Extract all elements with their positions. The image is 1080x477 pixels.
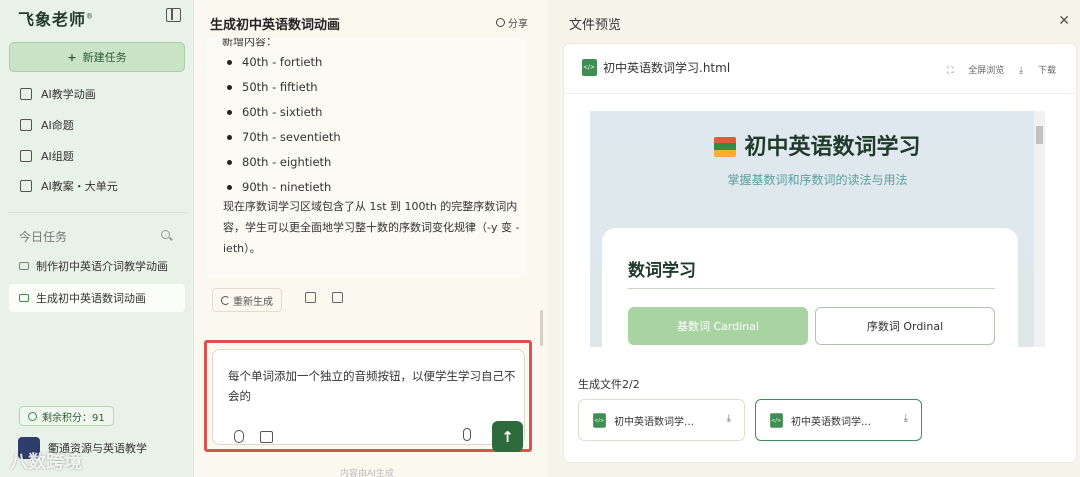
file-actions: ⛶ 全屏浏览 ⤓ 下载 [935, 63, 1056, 76]
ai-footnote: 内容由AI生成 [340, 469, 394, 477]
animation-icon [20, 88, 32, 100]
share-icon [496, 18, 505, 27]
download-button[interactable]: ⤓ 下载 [1019, 66, 1056, 76]
logo[interactable]: 飞象老师® [18, 6, 94, 30]
message-cut-line: 新增内容： [222, 38, 277, 48]
list-item: 40th - fortieth [227, 52, 341, 77]
refresh-icon [221, 295, 230, 305]
html-file-icon [593, 412, 606, 428]
message-paragraph: 现在序数词学习区域包含了从 1st 到 100th 的完整序数词内容，学生可以更… [223, 200, 520, 255]
preview-panel: 文件预览 ✕ 初中英语数词学习.html ⛶ 全屏浏览 ⤓ 下载 初中英语数词学… [548, 0, 1080, 477]
regenerate-button[interactable]: 重新生成 [212, 288, 282, 312]
image-icon[interactable] [260, 431, 273, 443]
download-icon[interactable]: ⤓ [727, 413, 731, 424]
html-file-icon [770, 412, 783, 428]
points-icon [28, 411, 37, 421]
divider [564, 93, 1076, 94]
ordinal-list: 40th - fortieth 50th - fiftieth 60th - s… [227, 52, 341, 202]
download-icon[interactable]: ⤓ [904, 413, 908, 424]
list-item: 60th - sixtieth [227, 102, 341, 127]
preview-scroll-thumb[interactable] [1036, 126, 1043, 144]
assistant-message: 新增内容： 40th - fortieth 50th - fiftieth 60… [207, 38, 525, 278]
menu-item-ai-exam[interactable]: AI命题 [12, 113, 184, 137]
fullscreen-button[interactable]: ⛶ 全屏浏览 [947, 66, 1004, 76]
preview-title: 文件预览 [569, 18, 622, 33]
input-text[interactable]: 每个单词添加一个独立的音频按钮，以便学生学习自己不会的 [228, 366, 518, 406]
preview-page-title: 初中英语数词学习 [590, 129, 1045, 161]
search-icon[interactable] [161, 230, 170, 239]
chat-icon [19, 294, 29, 302]
thumbs-up-icon[interactable] [305, 292, 316, 303]
preview-page-subtitle: 掌握基数词和序数词的读法与用法 [727, 173, 908, 187]
menu-item-ai-lesson[interactable]: AI教案・大单元 [12, 174, 184, 198]
send-button[interactable]: ↑ [492, 421, 523, 452]
menu-item-ai-group[interactable]: AI组题 [12, 144, 184, 168]
menu-item-ai-animation[interactable]: AI教学动画 [12, 82, 184, 106]
chat-title: 生成初中英语数词动画 [210, 18, 341, 33]
sidebar: 飞象老师® + 新建任务 AI教学动画 AI命题 AI组题 AI教案・大单元 今日… [0, 0, 194, 477]
preview-scrollbar[interactable] [1034, 111, 1045, 347]
microphone-icon[interactable] [463, 428, 471, 441]
attach-icon[interactable] [234, 430, 244, 443]
task-item[interactable]: 制作初中英语介词教学动画 [9, 252, 185, 280]
list-item: 50th - fiftieth [227, 77, 341, 102]
divider [628, 288, 995, 289]
chat-icon [19, 262, 29, 270]
cardinal-button[interactable]: 基数词 Cardinal [628, 307, 808, 345]
share-button[interactable]: 分享 [496, 15, 528, 30]
file-card: 初中英语数词学习.html ⛶ 全屏浏览 ⤓ 下载 初中英语数词学习 掌握基数词… [563, 43, 1077, 463]
lesson-icon [20, 180, 32, 192]
new-task-button[interactable]: + 新建任务 [9, 42, 185, 72]
group-icon [20, 150, 32, 162]
today-tasks-label: 今日任务 [19, 230, 68, 244]
chat-input[interactable]: 每个单词添加一个独立的音频按钮，以便学生学习自己不会的 ↑ [212, 349, 525, 452]
points-badge: 剩余积分：91 [19, 406, 114, 426]
generated-files-label: 生成文件2/2 [578, 378, 640, 391]
close-icon[interactable]: ✕ [1058, 13, 1070, 29]
preview-section-card: 数词学习 基数词 Cardinal 序数词 Ordinal [602, 228, 1018, 347]
section-heading: 数词学习 [628, 261, 696, 281]
watermark: 八数跨境 [10, 452, 82, 473]
ordinal-button[interactable]: 序数词 Ordinal [815, 307, 995, 345]
task-item-active[interactable]: 生成初中英语数词动画 [9, 284, 185, 312]
thumbs-down-icon[interactable] [332, 292, 343, 303]
list-item: 80th - eightieth [227, 152, 341, 177]
divider [8, 212, 186, 213]
exam-icon [20, 119, 32, 131]
html-file-icon [582, 59, 597, 76]
preview-frame[interactable]: 初中英语数词学习 掌握基数词和序数词的读法与用法 数词学习 基数词 Cardin… [590, 111, 1045, 347]
generated-file-selected[interactable]: 初中英语数词学…⤓ [755, 399, 922, 441]
list-item: 70th - seventieth [227, 127, 341, 152]
input-highlight: 每个单词添加一个独立的音频按钮，以便学生学习自己不会的 ↑ [204, 340, 532, 452]
chat-scrollbar[interactable] [540, 310, 543, 346]
sidebar-collapse-icon[interactable] [166, 8, 181, 22]
generated-file[interactable]: 初中英语数词学…⤓ [578, 399, 745, 441]
books-icon [714, 137, 737, 157]
file-header: 初中英语数词学习.html [582, 59, 730, 76]
